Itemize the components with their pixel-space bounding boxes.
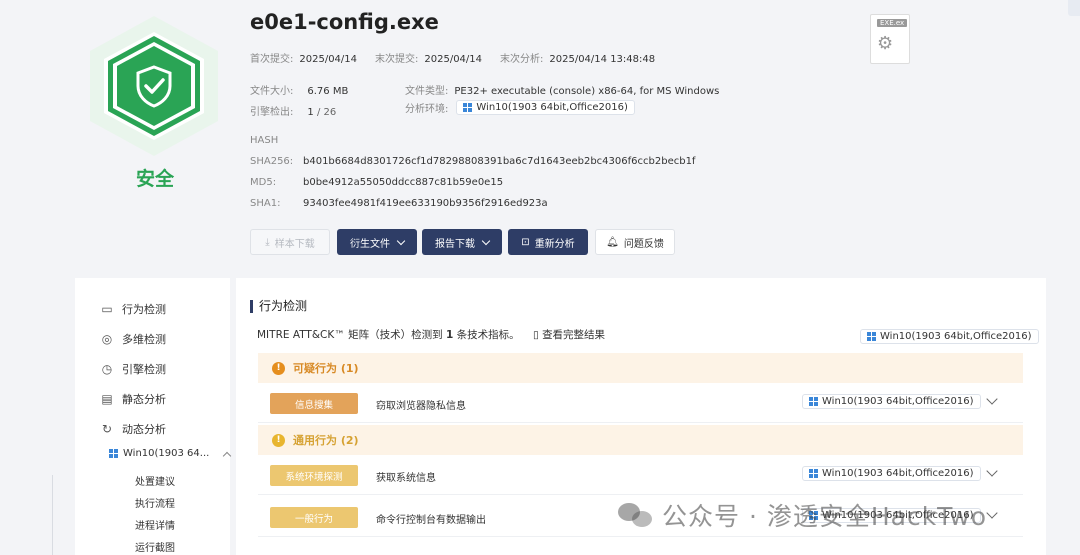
table-row[interactable]: 系统环境探测 获取系统信息 Win10(1903 64bit,Office201… <box>258 455 1023 495</box>
windows-icon <box>867 332 876 341</box>
refresh-icon: ↻ <box>101 422 113 436</box>
file-name: e0e1-config.exe <box>250 10 439 34</box>
document-icon: ▤ <box>101 392 113 406</box>
sidebar-item-engine[interactable]: ◷ 引擎检测 <box>100 361 166 377</box>
last-submit: 末次提交: 2025/04/14 <box>375 54 483 65</box>
chevron-down-icon <box>396 236 406 245</box>
chevron-down-icon <box>481 236 491 245</box>
sha256-label: SHA256: <box>250 156 294 167</box>
windows-icon <box>109 449 118 458</box>
sha256-value: b401b6684d8301726cf1d78298808391ba6c7d16… <box>303 156 696 167</box>
hash-title: HASH <box>250 135 279 146</box>
windows-icon <box>809 469 818 478</box>
sample-download-button[interactable]: ⤓ 样本下载 <box>250 229 330 255</box>
env-tag: Win10(1903 64bit,Office2016) <box>456 100 635 115</box>
sidebar-item-behavior[interactable]: ▭ 行为检测 <box>100 301 166 317</box>
file-type: 文件类型: PE32+ executable (console) x86-64, … <box>405 86 720 97</box>
chevron-down-icon[interactable] <box>986 393 998 405</box>
wechat-icon <box>618 501 654 529</box>
md5-label: MD5: <box>250 177 277 188</box>
behavior-tag: 信息搜集 <box>270 393 358 414</box>
md5-value: b0be4912a55050ddcc887c81b59e0e15 <box>303 177 504 188</box>
windows-icon <box>809 397 818 406</box>
sidebar-item-static[interactable]: ▤ 静态分析 <box>100 391 166 407</box>
bell-icon: 🔔︎ <box>606 236 619 248</box>
windows-icon <box>463 103 473 112</box>
reanalyze-button[interactable]: ⊡ 重新分析 <box>508 229 588 255</box>
shield-check-icon <box>136 65 172 108</box>
chevron-up-icon <box>223 451 232 460</box>
sidebar: ▭ 行为检测 ◎ 多维检测 ◷ 引擎检测 ▤ 静态分析 ↻ 动态分析 Win10(1903… <box>75 278 232 555</box>
analysis-env: 分析环境: Win10(1903 64bit,Office2016) <box>405 100 635 115</box>
engine-detection: 引擎检出: 1 / 26 <box>250 107 337 118</box>
last-analysis: 末次分析: 2025/04/14 13:48:48 <box>500 54 656 65</box>
sidebar-item-multidim[interactable]: ◎ 多维检测 <box>100 331 166 347</box>
sidebar-env-item[interactable]: Win10(1903 64... <box>109 448 232 460</box>
warning-icon: ! <box>272 361 285 375</box>
sidebar-item-dynamic[interactable]: ↻ 动态分析 <box>100 421 166 437</box>
radar-icon: ◎ <box>101 332 113 346</box>
section-title: 行为检测 <box>250 300 307 313</box>
download-icon: ⤓ <box>265 236 270 248</box>
monitor-icon: ▭ <box>101 302 113 316</box>
sidebar-leaf-process[interactable]: 进程详情 <box>135 517 175 532</box>
behavior-tag: 系统环境探测 <box>270 465 358 486</box>
watermark: 公众号 · 渗透安全HackTwo <box>618 497 987 533</box>
behavior-tag: 一般行为 <box>270 507 358 528</box>
behavior-text: 命令行控制台有数据输出 <box>376 515 486 526</box>
sidebar-leaf-advice[interactable]: 处置建议 <box>135 473 175 488</box>
tree-line <box>52 475 53 555</box>
env-tag: Win10(1903 64bit,Office2016) <box>802 466 981 481</box>
sha1-value: 93403fee4981f419ee633190b9356f2916ed923a <box>303 198 548 209</box>
sidebar-leaf-screenshot[interactable]: 运行截图 <box>135 539 175 554</box>
sidebar-leaf-flow[interactable]: 执行流程 <box>135 495 175 510</box>
gear-icon: ⚙ <box>877 33 894 54</box>
first-submit: 首次提交: 2025/04/14 <box>250 54 358 65</box>
exe-file-icon: EXE.ex ⚙ <box>870 14 910 64</box>
chevron-down-icon[interactable] <box>986 465 998 477</box>
side-tab[interactable] <box>1068 0 1080 16</box>
group-suspicious[interactable]: ! 可疑行为 (1) <box>258 353 1023 383</box>
table-row[interactable]: 信息搜集 窃取浏览器隐私信息 Win10(1903 64bit,Office20… <box>258 383 1023 423</box>
file-size: 文件大小: 6.76 MB <box>250 86 349 97</box>
reanalyze-icon: ⊡ <box>521 236 530 248</box>
warning-icon: ! <box>272 433 285 447</box>
derived-files-button[interactable]: 衍生文件 <box>337 229 417 255</box>
behavior-text: 获取系统信息 <box>376 473 436 484</box>
env-tag: Win10(1903 64bit,Office2016) <box>802 394 981 409</box>
feedback-button[interactable]: 🔔︎ 问题反馈 <box>595 229 675 255</box>
document-icon: ▯ <box>532 329 539 341</box>
view-full-link[interactable]: ▯ 查看完整结果 <box>533 329 605 341</box>
group-general[interactable]: ! 通用行为 (2) <box>258 425 1023 455</box>
env-filter-tag[interactable]: Win10(1903 64bit,Office2016) <box>860 329 1039 344</box>
behavior-text: 窃取浏览器隐私信息 <box>376 401 466 412</box>
verdict-label: 安全 <box>135 168 174 190</box>
file-summary-header: 安全 e0e1-config.exe 首次提交: 2025/04/14 末次提交:… <box>0 0 1080 270</box>
chevron-down-icon[interactable] <box>986 507 998 519</box>
engine-icon: ◷ <box>101 362 113 376</box>
report-page: 安全 e0e1-config.exe 首次提交: 2025/04/14 末次提交:… <box>0 0 1080 555</box>
sha1-label: SHA1: <box>250 198 281 209</box>
mitre-summary: MITRE ATT&CK™ 矩阵（技术）检测到 1 条技术指标。 ▯ 查看完整结… <box>257 329 606 341</box>
verdict-badge <box>90 16 218 156</box>
report-download-button[interactable]: 报告下载 <box>422 229 502 255</box>
